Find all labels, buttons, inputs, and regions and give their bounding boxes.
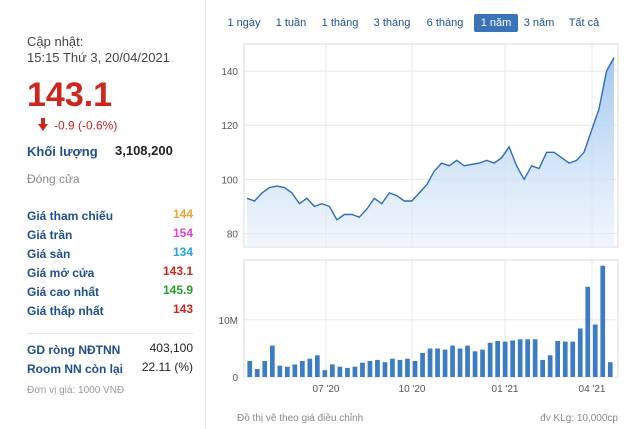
volume-bar [570,341,576,377]
volume-bar [502,341,508,377]
volume-bar [607,362,613,377]
volume-bar [262,361,268,377]
price-tick-label: 120 [221,121,238,132]
volume-bar [420,353,425,377]
volume-bar [472,351,478,377]
volume-bar [457,348,463,377]
volume-bar [330,364,335,377]
volume-bar [412,361,418,377]
volume-bar [254,369,260,377]
x-tick-label: 10 '20 [399,384,426,395]
volume-tick-label: 0 [232,373,238,384]
volume-bar [427,348,433,377]
volume-bar [270,345,275,377]
volume-bar [435,348,440,377]
volume-bar [352,366,358,377]
volume-bar [562,341,568,377]
volume-bar [600,265,606,377]
volume-bar [555,341,560,377]
chart-footnote-right: đv KLg: 10,000cp [540,413,618,424]
volume-bar [337,366,343,377]
volume-bar [277,365,283,377]
volume-bar [525,339,530,377]
volume-bar [540,359,545,377]
volume-bar [585,286,591,377]
chart-footnote-left: Đồ thị vẽ theo giá điều chỉnh [237,412,363,424]
volume-bar [547,355,553,377]
volume-bar [397,359,403,377]
volume-bar [292,364,298,377]
volume-bar [382,362,388,377]
x-tick-label: 01 '21 [492,384,519,395]
volume-bar [592,324,598,377]
volume-bar [367,361,373,377]
volume-bar [345,367,350,377]
volume-bar [285,366,290,377]
volume-bar [577,328,583,377]
x-tick-label: 07 '20 [313,384,340,395]
volume-bar [480,349,485,377]
volume-bar [375,359,380,377]
price-area [247,57,614,247]
volume-tick-label: 10M [219,316,238,327]
volume-bar [532,339,538,377]
volume-bar [442,349,448,377]
volume-bar [510,340,515,377]
volume-bar [247,361,253,377]
volume-bar [517,339,523,377]
price-tick-label: 100 [221,175,238,186]
price-tick-label: 140 [221,67,238,78]
volume-bar [405,358,410,377]
price-tick-label: 80 [227,229,239,240]
volume-bar [300,361,305,377]
price-volume-chart: 80 100 120 140 0 10M 07 '20 10 '20 01 '21 04 '21 Đ… [219,43,619,424]
volume-bar [315,355,320,377]
volume-bar [495,341,500,377]
volume-bar [450,345,455,377]
volume-bar [322,370,328,377]
volume-bar [465,345,470,377]
volume-bar [487,342,493,377]
volume-bar [390,358,395,377]
volume-bar [360,362,365,377]
volume-bar [307,358,313,377]
x-tick-label: 04 '21 [579,384,606,395]
